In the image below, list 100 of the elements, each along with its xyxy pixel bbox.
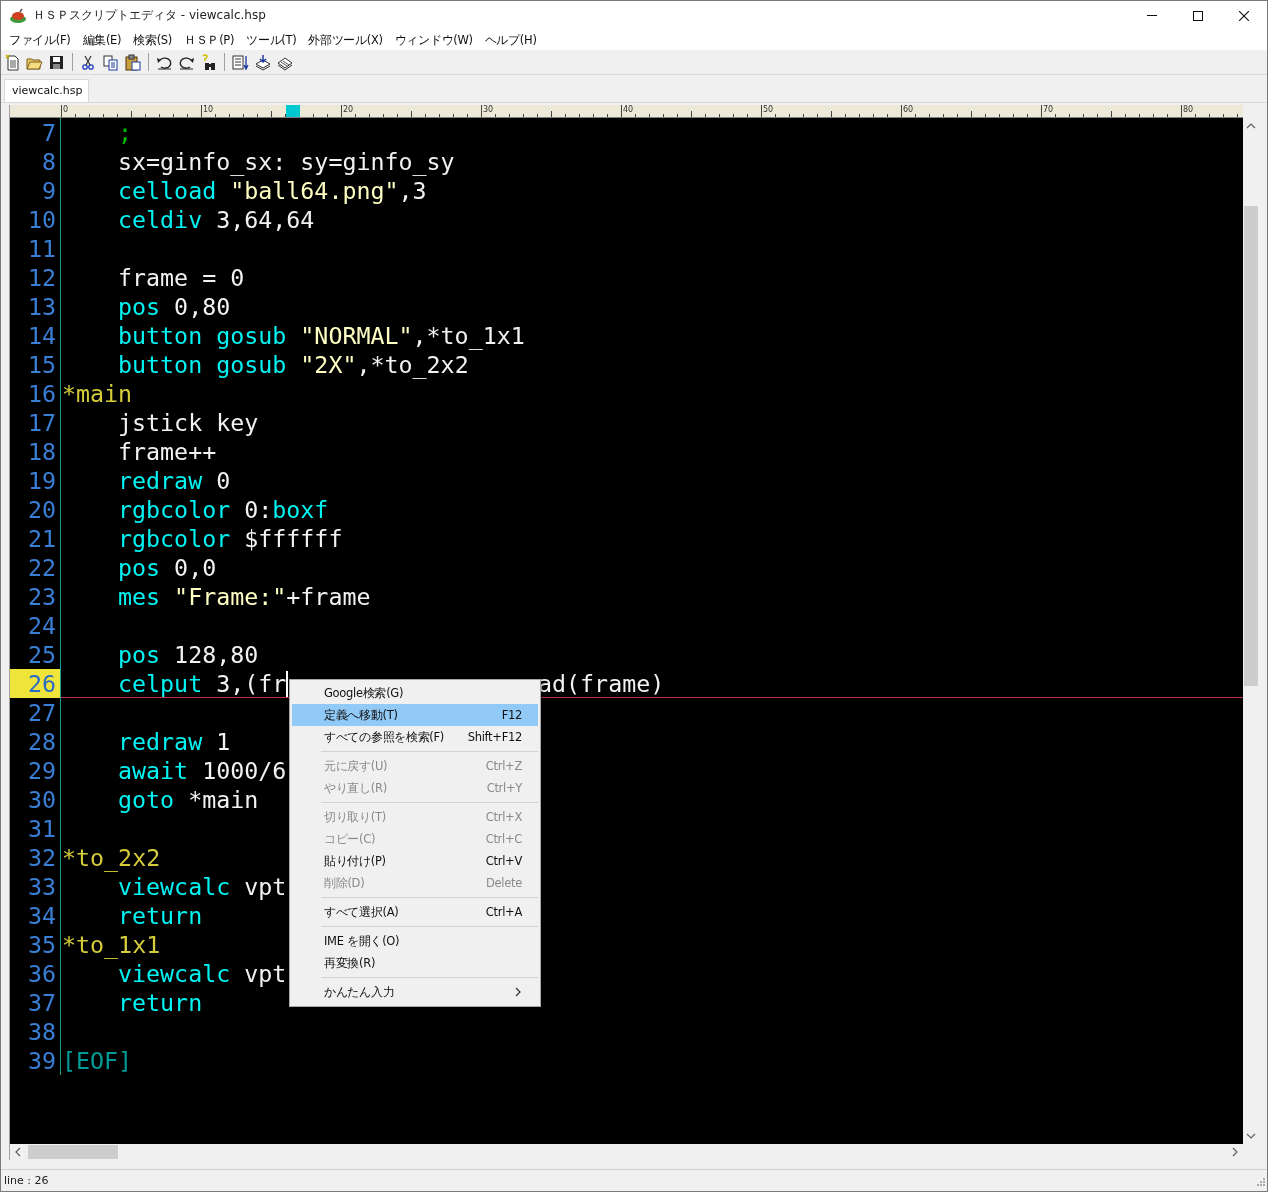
code-text: frame = 0 [118,263,245,292]
code-text: celdiv [118,205,203,234]
menu-item[interactable]: 貼り付け(P) Ctrl+V [292,850,538,872]
maximize-icon [1193,10,1203,21]
line-number: 10 [10,205,61,234]
line-number: 13 [10,292,61,321]
line-number: 28 [10,727,61,756]
line-number: 14 [10,321,61,350]
new-file-icon[interactable] [4,53,21,71]
copy-icon[interactable] [102,53,119,71]
line-number: 26 [10,669,61,698]
code-text: boxf [272,495,329,524]
menu-item-label: やり直し(R) [324,780,388,796]
code-text: "NORMAL" [299,321,413,350]
menu-item-label: すべての参照を検索(F) [324,729,445,745]
code-text: celload [118,176,217,205]
menu-item-label: 貼り付け(P) [324,853,387,869]
code-text: "2X" [299,350,357,379]
code-text: jstick key [118,408,259,437]
code-text: 1000/6 [201,756,287,785]
line-number: 11 [10,234,61,263]
menu-item[interactable]: すべて選択(A) Ctrl+A [292,901,538,923]
menu-item-label: コピー(C) [324,831,377,847]
menu-item[interactable]: 再変換(R) [292,952,538,974]
shortcut-text: Ctrl+Y [486,781,522,795]
menu-item-label: 元に戻す(U) [324,758,389,774]
line-number: 16 [10,379,61,408]
code-text: ,*to_2x2 [356,350,469,379]
menu-item[interactable]: Google検索(G) [292,682,538,704]
menu-item[interactable]: IME を開く(O) [292,930,538,952]
code-text: "Frame:" [173,582,287,611]
line-number: 17 [10,408,61,437]
line-number: 15 [10,350,61,379]
line-number: 29 [10,756,61,785]
shortcut-text: Ctrl+A [485,905,522,919]
stack-download-icon[interactable] [254,53,271,71]
code-text: 3,64,64 [215,205,315,234]
text-cursor [286,671,289,697]
code-text: await [118,756,189,785]
code-text: pos [118,640,161,669]
line-number: 30 [10,785,61,814]
scroll-thumb[interactable] [28,1145,118,1159]
line-number: 36 [10,959,61,988]
line-number: 21 [10,524,61,553]
code-text: goto [118,785,175,814]
menu-item-label: 定義へ移動(T) [324,707,399,723]
menu-item[interactable]: 定義へ移動(T) F12 [292,704,538,726]
app-icon [9,7,27,24]
menu-item[interactable]: ツール(T) [240,32,303,48]
close-icon [1239,10,1249,21]
menu-item[interactable]: 編集(E) [76,32,128,48]
code-text: *main [62,379,133,408]
line-number: 18 [10,437,61,466]
scroll-thumb[interactable] [1244,206,1258,686]
code-text: 128,80 [173,640,259,669]
menu-item-label: Google検索(G) [324,685,405,701]
code-text: ad(frame) [538,669,665,698]
line-number: 27 [10,698,61,727]
code-text: ,3 [398,176,427,205]
menu-item[interactable]: 検索(S) [127,32,179,48]
shortcut-text: Ctrl+C [485,832,522,846]
line-number: 23 [10,582,61,611]
menu-item[interactable]: 外部ツール(X) [302,32,389,48]
shortcut-text: Shift+F12 [467,730,522,744]
code-text: ,*to_1x1 [412,321,525,350]
line-number: 37 [10,988,61,1017]
menu-item[interactable]: ウィンドウ(W) [388,32,479,48]
code-text: 1 [215,727,231,756]
line-number: 24 [10,611,61,640]
line-number: 20 [10,495,61,524]
status-text: line : 26 [3,1174,49,1187]
code-editor[interactable] [10,118,1243,1144]
ruler-number: 80 [1183,105,1194,114]
line-number: 8 [10,147,61,176]
list-down-icon[interactable] [232,53,249,71]
menu-item[interactable]: かんたん入力 [292,981,538,1003]
line-number: 35 [10,930,61,959]
paste-icon[interactable] [124,53,141,71]
menu-item[interactable]: ヘルプ(H) [478,32,543,48]
shortcut-text: Ctrl+V [485,854,522,868]
resize-grip-icon[interactable] [1255,1175,1265,1186]
menu-item[interactable]: ＨＳＰ(P) [178,32,241,48]
code-text: 3,(fr [215,669,287,697]
ruler-number: 30 [483,105,494,114]
shortcut-text: Ctrl+X [485,810,522,824]
line-number: 9 [10,176,61,205]
line-number: 12 [10,263,61,292]
line-number: 19 [10,466,61,495]
code-text: pos [118,553,161,582]
menu-item[interactable]: すべての参照を検索(F) Shift+F12 [292,726,538,748]
chevron-right-icon [514,987,522,997]
code-text: *to_1x1 [62,930,161,959]
code-text: +frame [286,582,371,611]
menu-item[interactable]: ファイル(F) [3,32,77,48]
menu-item-label: 再変換(R) [324,955,377,971]
code-text: mes [118,582,161,611]
code-text: return [118,901,203,930]
line-number: 39 [10,1046,61,1075]
scissors-icon[interactable] [80,53,97,71]
file-tab[interactable]: viewcalc.hsp [4,79,90,102]
